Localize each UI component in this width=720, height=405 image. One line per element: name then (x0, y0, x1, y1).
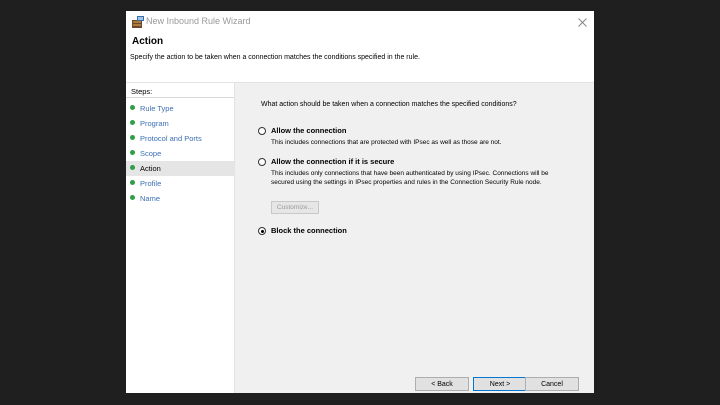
option-title: Allow the connection if it is secure (271, 157, 395, 166)
option-description: This includes connections that are prote… (271, 139, 502, 146)
sidebar-item-label: Protocol and Ports (140, 134, 202, 143)
back-button[interactable]: < Back (415, 377, 469, 391)
sidebar-item-label: Program (140, 119, 169, 128)
option-description: This includes only connections that have… (271, 170, 549, 186)
sidebar-item-profile[interactable]: Profile (126, 176, 234, 191)
close-icon (577, 17, 587, 27)
sidebar-item-name[interactable]: Name (126, 191, 234, 206)
window-title: New Inbound Rule Wizard (146, 16, 251, 26)
sidebar-item-label: Profile (140, 179, 162, 188)
steps-label: Steps: (131, 87, 153, 96)
title-bar: New Inbound Rule Wizard (126, 11, 594, 33)
page-title: Action (132, 36, 164, 47)
allow-secure-radio[interactable] (258, 158, 266, 166)
step-bullet-icon (130, 150, 135, 155)
sidebar-item-scope[interactable]: Scope (126, 146, 234, 161)
sidebar-item-label: Scope (140, 149, 162, 158)
step-bullet-icon (130, 195, 135, 200)
sidebar-item-program[interactable]: Program (126, 116, 234, 131)
next-button[interactable]: Next > (473, 377, 527, 391)
step-bullet-icon (130, 180, 135, 185)
action-panel: What action should be taken when a conne… (235, 83, 594, 393)
sidebar-item-action[interactable]: Action (126, 161, 234, 176)
action-question: What action should be taken when a conne… (261, 101, 517, 108)
option-title: Allow the connection (271, 126, 347, 135)
wizard-header: Action Specify the action to be taken wh… (126, 33, 594, 83)
wizard-window: New Inbound Rule Wizard Action Specify t… (126, 11, 594, 393)
close-button[interactable] (570, 11, 594, 33)
cancel-button[interactable]: Cancel (525, 377, 579, 391)
sidebar-item-rule-type[interactable]: Rule Type (126, 101, 234, 116)
page-description: Specify the action to be taken when a co… (130, 54, 420, 61)
sidebar-item-label: Action (140, 164, 161, 173)
allow-radio[interactable] (258, 127, 266, 135)
step-bullet-icon (130, 165, 135, 170)
step-bullet-icon (130, 105, 135, 110)
step-bullet-icon (130, 120, 135, 125)
sidebar-item-protocol-and-ports[interactable]: Protocol and Ports (126, 131, 234, 146)
sidebar-item-label: Name (140, 194, 161, 203)
divider (126, 97, 234, 98)
option-title: Block the connection (271, 226, 347, 235)
customize-button[interactable]: Customize... (271, 201, 319, 214)
steps-sidebar: Steps: Rule Type Program Protocol and Po… (126, 83, 235, 393)
step-bullet-icon (130, 135, 135, 140)
block-radio[interactable] (258, 227, 266, 235)
firewall-rule-icon (131, 15, 145, 29)
sidebar-item-label: Rule Type (140, 104, 174, 113)
